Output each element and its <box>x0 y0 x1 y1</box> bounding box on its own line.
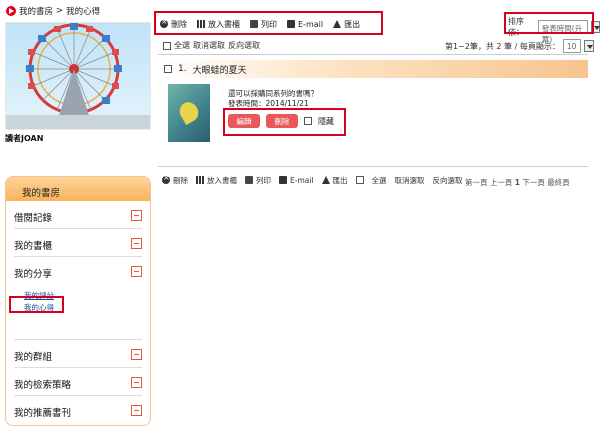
export-label: 匯出 <box>332 175 348 185</box>
select-all-checkbox[interactable] <box>355 176 364 184</box>
book-cover[interactable] <box>168 84 210 142</box>
invert-selection-link[interactable]: 反向選取 <box>433 175 463 186</box>
selection-row: 全選 取消選取 反向選取 <box>163 40 260 51</box>
select-all-link[interactable]: 全選 <box>174 40 190 51</box>
sidebar-item-label: 我的推薦書刊 <box>14 408 72 419</box>
chevron-down-icon[interactable] <box>583 40 594 52</box>
pager-top: 第1~2筆，共 2 筆 / 每頁顯示： 10 <box>445 39 594 53</box>
breadcrumb-separator: > <box>56 6 64 16</box>
add-to-shelf-label: 放入書櫃 <box>207 175 237 185</box>
collapse-icon[interactable] <box>131 349 142 360</box>
sidebar-item-label: 我的分享 <box>14 269 53 280</box>
collapse-icon[interactable] <box>131 405 142 416</box>
delete-button[interactable]: 刪除 <box>162 173 188 186</box>
record-title-bar: 1. 大眼蛙的夏天 <box>158 60 588 78</box>
result-count: 第1~2筆，共 2 筆 / 每頁顯示： <box>445 41 560 51</box>
print-icon <box>245 176 253 184</box>
mail-icon <box>279 176 287 184</box>
collapse-icon[interactable] <box>131 266 142 277</box>
sidebar-item-label: 我的群組 <box>14 352 53 363</box>
collapse-icon[interactable] <box>131 238 142 249</box>
breadcrumb-current: 我的心得 <box>66 7 101 17</box>
last-page-link[interactable]: 最終頁 <box>547 178 570 187</box>
print-button[interactable]: 列印 <box>245 175 271 186</box>
sidebar-item-search-strategy[interactable]: 我的檢索策略 <box>14 368 142 396</box>
date-value: 2014/11/21 <box>265 99 309 108</box>
sidebar-title: 我的書房 <box>6 177 150 201</box>
divider <box>158 166 588 167</box>
leaf-icon <box>176 98 202 126</box>
sidebar-item-share[interactable]: 我的分享 <box>14 257 142 285</box>
next-page-link[interactable]: 下一頁 <box>522 178 545 187</box>
email-button[interactable]: E-mail <box>279 176 314 185</box>
play-arrow-icon <box>6 6 16 16</box>
prev-page-link[interactable]: 上一頁 <box>490 178 513 187</box>
export-button[interactable]: 匯出 <box>321 175 348 186</box>
sidebar-item-label: 我的書櫃 <box>14 241 53 252</box>
deselect-link[interactable]: 取消選取 <box>193 40 225 51</box>
record-index: 1. <box>178 64 187 74</box>
record-checkbox[interactable] <box>164 65 172 73</box>
add-to-shelf-button[interactable]: 放入書櫃 <box>196 175 237 186</box>
sidebar-item-borrow-history[interactable]: 借閱記錄 <box>14 201 142 229</box>
sidebar-item-recommendations[interactable]: 我的推薦書刊 <box>14 396 142 424</box>
ferris-wheel-image <box>6 23 150 129</box>
select-all-checkbox[interactable] <box>163 41 171 50</box>
email-label: E-mail <box>290 175 314 185</box>
invert-selection-link[interactable]: 反向選取 <box>228 40 260 51</box>
shelf-icon <box>196 176 204 184</box>
date-label: 發表時間： <box>228 99 266 108</box>
highlight-box <box>504 12 594 34</box>
record-title[interactable]: 大眼蛙的夏天 <box>193 63 247 76</box>
sidebar-item-groups[interactable]: 我的群組 <box>14 340 142 368</box>
highlight-box <box>9 296 64 313</box>
per-page-select[interactable]: 10 <box>562 39 581 53</box>
collapse-icon[interactable] <box>131 377 142 388</box>
reader-name: 讀者JOAN <box>5 134 44 143</box>
delete-label: 刪除 <box>173 175 188 185</box>
collapse-icon[interactable] <box>131 210 142 221</box>
bottom-toolbar: 刪除 放入書櫃 列印 E-mail 匯出 全選 取消選取 反向選取 <box>162 173 463 186</box>
breadcrumb: 我的書房 > 我的心得 <box>6 4 100 18</box>
breadcrumb-root[interactable]: 我的書房 <box>19 5 53 17</box>
sidebar-item-bookshelf[interactable]: 我的書櫃 <box>14 229 142 257</box>
divider <box>158 54 588 55</box>
deselect-link[interactable]: 取消選取 <box>395 175 425 186</box>
export-icon <box>321 176 330 184</box>
highlight-box <box>154 11 383 35</box>
print-label: 列印 <box>256 175 271 185</box>
profile-photo <box>5 22 151 130</box>
sidebar-item-label: 我的檢索策略 <box>14 380 72 391</box>
select-all-link[interactable]: 全選 <box>372 175 387 186</box>
sidebar-item-label: 借閱記錄 <box>14 213 53 224</box>
first-page-link[interactable]: 第一頁 <box>465 178 488 187</box>
pager-bottom: 第一頁 上一頁 1 下一頁 最終頁 <box>465 177 570 188</box>
highlight-box <box>223 108 346 136</box>
delete-icon <box>162 173 170 184</box>
current-page: 1 <box>514 178 520 187</box>
